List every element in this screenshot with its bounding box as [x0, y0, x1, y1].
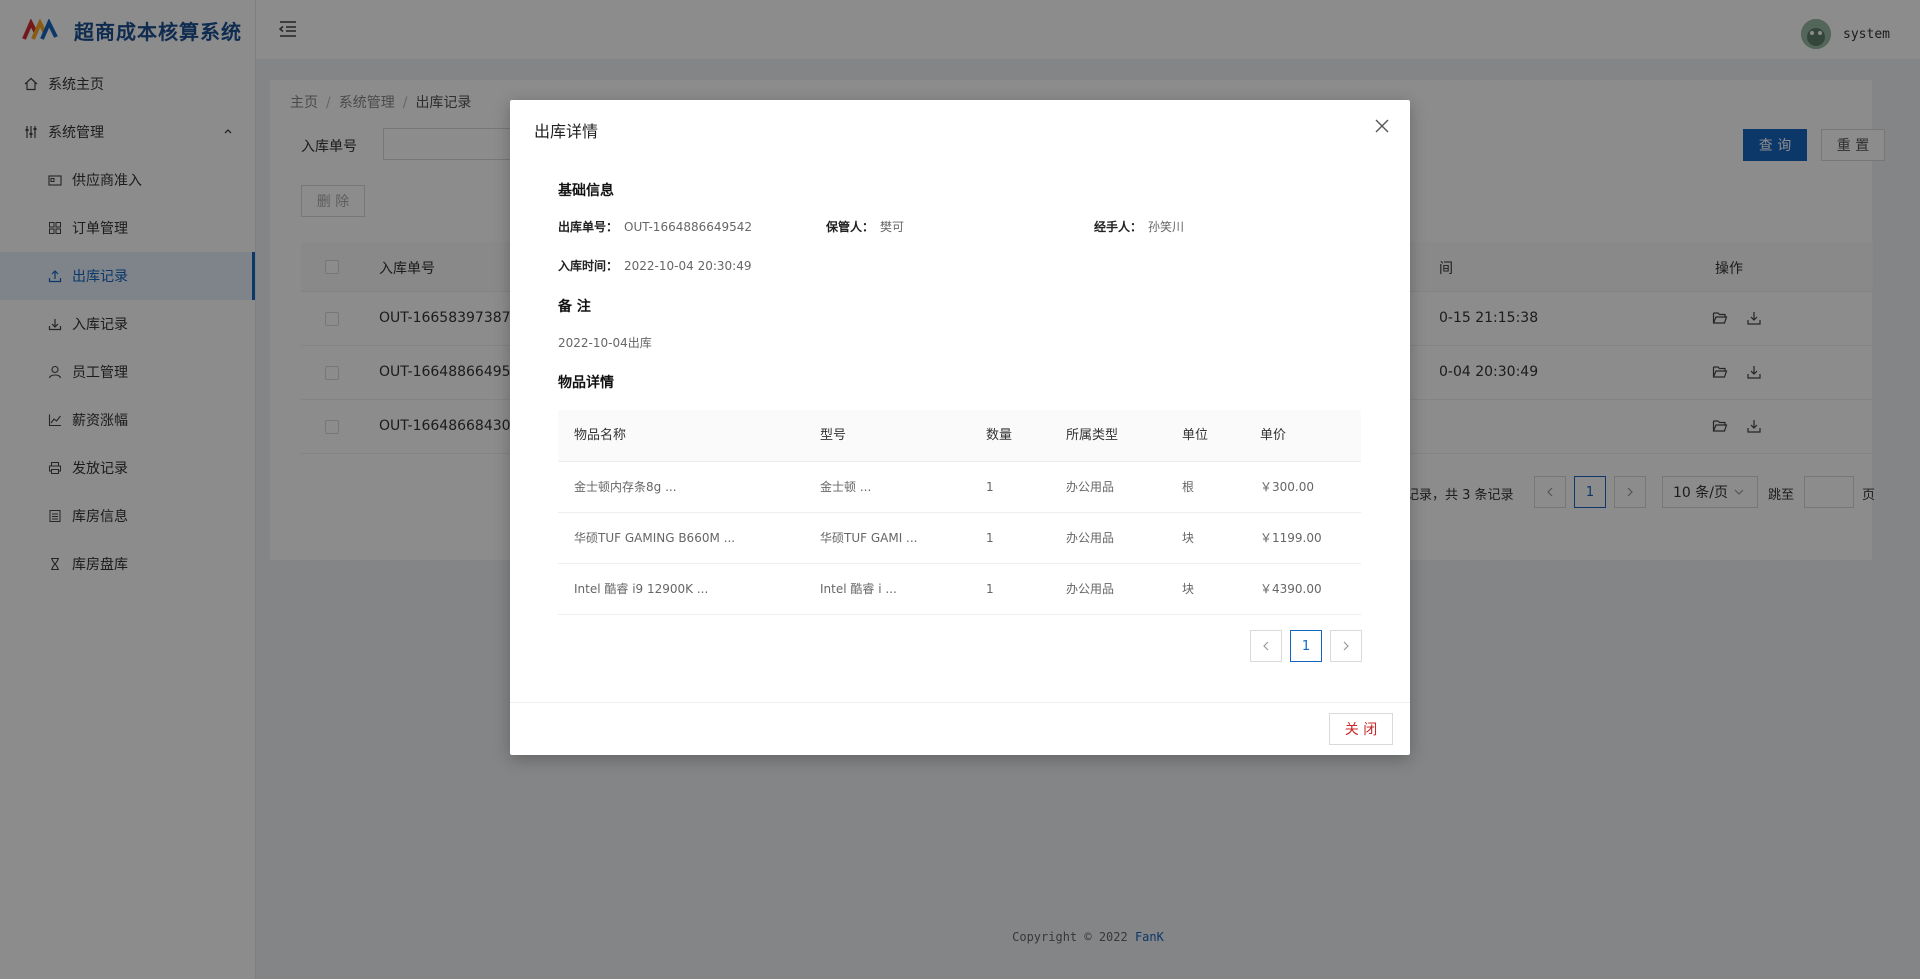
item-type: 办公用品 — [1066, 480, 1115, 494]
item-type: 办公用品 — [1066, 531, 1115, 545]
remark-text: 2022-10-04出库 — [558, 336, 652, 350]
outbound-detail-modal: 出库详情 基础信息 出库单号： OUT-1664886649542 保管人： 樊可 … — [510, 100, 1410, 755]
field-label: 出库单号： — [558, 220, 619, 234]
item-name: Intel 酷睿 i9 12900K ... — [574, 582, 709, 596]
item-price: ￥1199.00 — [1260, 531, 1322, 545]
field-value: 孙笑川 — [1148, 220, 1185, 234]
items-table-header: 物品名称 型号 数量 所属类型 单位 单价 — [558, 410, 1361, 462]
field-keeper: 保管人： 樊可 — [826, 218, 904, 235]
field-handler: 经手人： 孙笑川 — [1094, 218, 1184, 235]
modal-footer: 关 闭 — [510, 702, 1410, 755]
item-qty: 1 — [986, 531, 994, 545]
close-icon[interactable] — [1374, 118, 1390, 134]
section-title-items: 物品详情 — [558, 375, 614, 391]
modal-next-page-button[interactable] — [1330, 630, 1362, 662]
field-value: 2022-10-04 20:30:49 — [624, 259, 752, 273]
items-table: 物品名称 型号 数量 所属类型 单位 单价 金士顿内存条8g ... 金士顿 .… — [558, 410, 1361, 615]
table-row: 金士顿内存条8g ... 金士顿 ... 1 办公用品 根 ￥300.00 — [558, 462, 1361, 513]
column-header-price: 单价 — [1260, 428, 1287, 443]
column-header-model: 型号 — [820, 428, 847, 443]
item-unit: 根 — [1182, 480, 1195, 494]
field-value: OUT-1664886649542 — [624, 220, 753, 234]
item-type: 办公用品 — [1066, 582, 1115, 596]
field-label: 经手人： — [1094, 220, 1143, 234]
column-header-unit: 单位 — [1182, 428, 1209, 443]
field-outbound-code: 出库单号： OUT-1664886649542 — [558, 218, 752, 235]
modal-title: 出库详情 — [534, 122, 599, 141]
field-label: 入库时间： — [558, 259, 619, 273]
column-header-type: 所属类型 — [1066, 428, 1119, 443]
item-price: ￥4390.00 — [1260, 582, 1322, 596]
item-model: 华硕TUF GAMI ... — [820, 531, 918, 545]
modal-prev-page-button[interactable] — [1250, 630, 1282, 662]
chevron-left-icon — [1263, 641, 1269, 651]
chevron-right-icon — [1343, 641, 1349, 651]
section-title-basic: 基础信息 — [558, 183, 614, 199]
item-unit: 块 — [1182, 582, 1195, 596]
modal-page-number-button[interactable]: 1 — [1290, 630, 1322, 662]
item-qty: 1 — [986, 582, 994, 596]
item-model: 金士顿 ... — [820, 480, 872, 494]
item-name: 华硕TUF GAMING B660M ... — [574, 531, 736, 545]
table-row: 华硕TUF GAMING B660M ... 华硕TUF GAMI ... 1 … — [558, 513, 1361, 564]
field-value: 樊可 — [880, 220, 905, 234]
field-label: 保管人： — [826, 220, 875, 234]
column-header-qty: 数量 — [986, 428, 1013, 443]
item-name: 金士顿内存条8g ... — [574, 480, 677, 494]
item-unit: 块 — [1182, 531, 1195, 545]
item-qty: 1 — [986, 480, 994, 494]
column-header-name: 物品名称 — [574, 428, 627, 443]
close-button[interactable]: 关 闭 — [1329, 713, 1393, 745]
table-row: Intel 酷睿 i9 12900K ... Intel 酷睿 i ... 1 … — [558, 564, 1361, 615]
item-price: ￥300.00 — [1260, 480, 1314, 494]
item-model: Intel 酷睿 i ... — [820, 582, 897, 596]
section-title-remark: 备 注 — [558, 299, 591, 315]
field-inbound-time: 入库时间： 2022-10-04 20:30:49 — [558, 257, 751, 274]
